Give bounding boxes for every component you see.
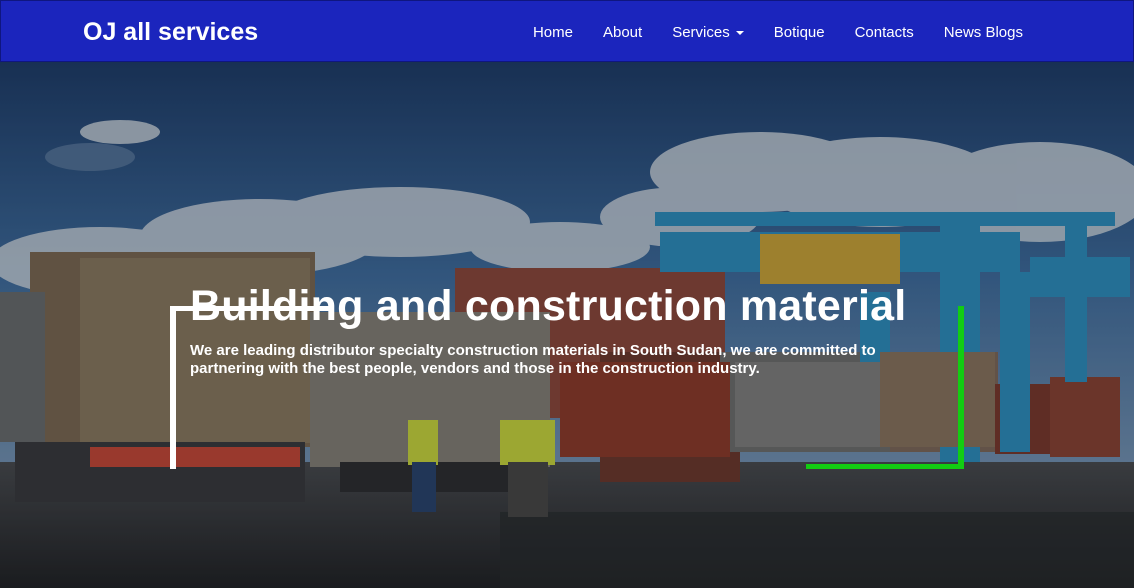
nav-link-contacts[interactable]: Contacts bbox=[855, 24, 914, 41]
main-nav: Home About Services Botique Contacts New… bbox=[533, 1, 1023, 63]
nav-link-news-blogs[interactable]: News Blogs bbox=[944, 24, 1023, 41]
frame-corner-green-bottom bbox=[806, 464, 964, 469]
nav-label: About bbox=[602, 23, 643, 41]
top-navbar: OJ all services Home About Services Boti… bbox=[0, 0, 1134, 62]
nav-label: Services bbox=[672, 23, 730, 41]
frame-corner-white-left bbox=[170, 306, 176, 469]
frame-corner-green-right bbox=[958, 306, 964, 469]
nav-link-about[interactable]: About bbox=[603, 24, 642, 41]
nav-link-home[interactable]: Home bbox=[533, 24, 573, 41]
nav-label: News Blogs bbox=[943, 23, 1023, 41]
nav-label: Botique bbox=[773, 23, 825, 41]
caret-down-icon bbox=[735, 31, 744, 35]
nav-link-botique[interactable]: Botique bbox=[774, 24, 825, 41]
nav-label: Home bbox=[532, 23, 573, 41]
hero-title: Building and construction material bbox=[190, 282, 907, 330]
brand-logo[interactable]: OJ all services bbox=[83, 18, 258, 47]
hero-subtitle: We are leading distributor specialty con… bbox=[190, 342, 876, 377]
nav-label: Contacts bbox=[854, 23, 914, 41]
nav-link-services[interactable]: Services bbox=[672, 24, 744, 41]
